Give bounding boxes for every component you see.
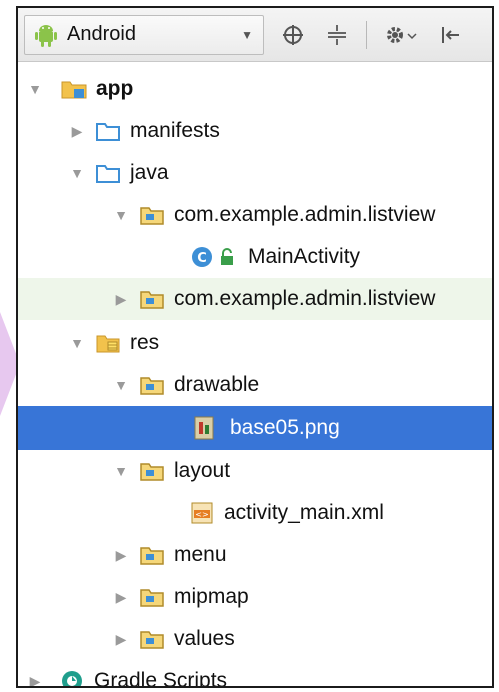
tree-item-label: activity_main.xml	[224, 501, 384, 524]
tree-item-activity-main-xml[interactable]: <> activity_main.xml	[18, 492, 492, 534]
project-toolbar: Android ▼	[18, 8, 492, 62]
tree-item-label: com.example.admin.listview	[174, 287, 436, 310]
module-folder-icon	[60, 75, 88, 103]
collapsed-arrow-icon[interactable]: ▶	[110, 589, 132, 606]
tree-item-label: drawable	[174, 373, 260, 396]
tree-item-label: com.example.admin.listview	[174, 203, 436, 226]
android-icon	[35, 23, 57, 47]
package-icon	[138, 583, 166, 611]
class-icon: C	[188, 243, 216, 271]
tree-item-package[interactable]: ▼ com.example.admin.listview	[18, 194, 492, 236]
tree-item-label: app	[96, 77, 134, 100]
expanded-arrow-icon[interactable]: ▼	[66, 165, 88, 181]
package-icon	[138, 457, 166, 485]
collapsed-arrow-icon[interactable]: ▶	[110, 547, 132, 564]
tree-item-manifests[interactable]: ▶ manifests	[18, 110, 492, 152]
xml-file-icon: <>	[188, 499, 216, 527]
toolbar-separator	[366, 20, 367, 49]
tree-item-label: MainActivity	[248, 245, 361, 268]
expanded-arrow-icon[interactable]: ▼	[110, 463, 132, 479]
sync-target-icon[interactable]	[278, 20, 308, 50]
project-panel: Android ▼ ▼ app ▶ manifests ▼ java ▼ com…	[16, 6, 494, 688]
tree-item-mipmap[interactable]: ▶ mipmap	[18, 576, 492, 618]
tree-item-mainactivity[interactable]: C MainActivity	[18, 236, 492, 278]
gear-icon[interactable]	[381, 20, 421, 50]
expanded-arrow-icon[interactable]: ▼	[110, 207, 132, 223]
tree-item-label: res	[130, 331, 160, 354]
tree-item-package[interactable]: ▶ com.example.admin.listview	[18, 278, 492, 320]
svg-text:<>: <>	[195, 510, 208, 519]
dropdown-arrow-icon: ▼	[241, 27, 253, 42]
collapsed-arrow-icon[interactable]: ▶	[66, 123, 88, 140]
collapsed-arrow-icon[interactable]: ▶	[24, 673, 46, 687]
folder-icon	[94, 159, 122, 187]
tree-item-label: mipmap	[174, 585, 249, 608]
tree-item-label: Gradle Scripts	[94, 669, 228, 688]
expanded-arrow-icon[interactable]: ▼	[66, 335, 88, 351]
tree-item-label: base05.png	[230, 416, 340, 439]
tree-item-java[interactable]: ▼ java	[18, 152, 492, 194]
svg-text:C: C	[197, 251, 207, 266]
view-selector-dropdown[interactable]: Android ▼	[24, 14, 264, 55]
expanded-arrow-icon[interactable]: ▼	[24, 81, 46, 97]
tree-item-values[interactable]: ▶ values	[18, 618, 492, 660]
tree-item-label: manifests	[130, 119, 220, 142]
package-icon	[138, 285, 166, 313]
lock-icon	[218, 243, 236, 271]
package-icon	[138, 371, 166, 399]
collapsed-arrow-icon[interactable]: ▶	[110, 631, 132, 648]
tree-item-gradle-scripts[interactable]: ▶ Gradle Scripts	[18, 660, 492, 688]
expanded-arrow-icon[interactable]: ▼	[110, 377, 132, 393]
collapsed-arrow-icon[interactable]: ▶	[110, 291, 132, 308]
gradle-icon	[58, 667, 86, 686]
tree-item-label: java	[130, 161, 169, 184]
resource-folder-icon	[94, 329, 122, 357]
view-selector-label: Android	[67, 23, 136, 45]
folder-icon	[94, 117, 122, 145]
image-file-icon	[190, 414, 218, 442]
tree-item-base05-png[interactable]: base05.png	[18, 406, 492, 450]
tree-item-layout[interactable]: ▼ layout	[18, 450, 492, 492]
tree-item-app[interactable]: ▼ app	[18, 68, 492, 110]
tree-item-label: values	[174, 627, 235, 650]
hide-panel-icon[interactable]	[435, 20, 465, 50]
tree-item-drawable[interactable]: ▼ drawable	[18, 364, 492, 406]
tree-item-label: menu	[174, 543, 227, 566]
package-icon	[138, 541, 166, 569]
collapse-all-icon[interactable]	[322, 20, 352, 50]
tree-item-res[interactable]: ▼ res	[18, 322, 492, 364]
tree-item-label: layout	[174, 459, 231, 482]
package-icon	[138, 625, 166, 653]
package-icon	[138, 201, 166, 229]
tree-item-menu[interactable]: ▶ menu	[18, 534, 492, 576]
